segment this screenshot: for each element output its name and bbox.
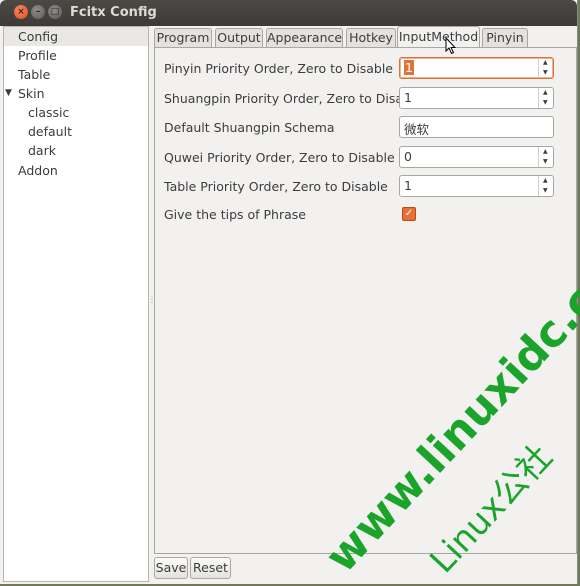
phrase-tips-label: Give the tips of Phrase	[164, 207, 306, 222]
spin-up-icon[interactable]: ▲	[543, 148, 548, 156]
shuangpin-schema-label: Default Shuangpin Schema	[164, 120, 335, 135]
checkmark-icon: ✓	[404, 208, 414, 219]
save-button[interactable]: Save	[154, 557, 188, 579]
tab-pinyin[interactable]: Pinyin	[482, 28, 528, 47]
tab-output[interactable]: Output	[215, 28, 263, 47]
close-window-icon[interactable]: ×	[14, 5, 28, 19]
tab-appearance[interactable]: Appearance	[266, 28, 343, 47]
phrase-tips-checkbox[interactable]: ✓	[402, 207, 416, 221]
spin-down-icon[interactable]: ▼	[543, 69, 548, 77]
spin-value: 0	[404, 149, 412, 164]
shuangpin-priority-label: Shuangpin Priority Order, Zero to Disabl…	[164, 91, 423, 106]
quwei-priority-label: Quwei Priority Order, Zero to Disable	[164, 150, 395, 165]
fcitx-config-window: × – □ Fcitx Config Config Profile Table …	[0, 0, 578, 584]
config-tree[interactable]: Config Profile Table ▼ Skin classic defa…	[3, 26, 149, 582]
tree-item-dark[interactable]: dark	[28, 141, 56, 160]
quwei-priority-spinbox[interactable]: 0 ▲ ▼	[399, 146, 554, 168]
spin-arrows[interactable]: ▲ ▼	[538, 147, 553, 167]
tab-program[interactable]: Program	[154, 28, 212, 47]
spin-up-icon[interactable]: ▲	[543, 177, 548, 185]
tree-item-profile[interactable]: Profile	[18, 46, 57, 65]
spin-value: 1	[404, 90, 412, 105]
tree-item-default[interactable]: default	[28, 122, 72, 141]
spin-up-icon[interactable]: ▲	[543, 59, 548, 67]
shuangpin-priority-spinbox[interactable]: 1 ▲ ▼	[399, 87, 554, 109]
pinyin-priority-spinbox[interactable]: 1 ▲ ▼	[399, 57, 554, 79]
spin-down-icon[interactable]: ▼	[543, 99, 548, 107]
spin-value: 1	[404, 60, 414, 75]
tree-item-classic[interactable]: classic	[28, 103, 69, 122]
tree-item-addon[interactable]: Addon	[18, 161, 58, 180]
shuangpin-schema-field[interactable]: 微软	[399, 116, 554, 138]
mouse-pointer-icon	[445, 37, 457, 55]
window-title: Fcitx Config	[70, 5, 157, 20]
pane-splitter-handle[interactable]: ⋮	[148, 295, 156, 309]
spin-arrows[interactable]: ▲ ▼	[538, 88, 553, 108]
spin-down-icon[interactable]: ▼	[543, 158, 548, 166]
tree-item-label: Skin	[18, 86, 45, 101]
schema-value: 微软	[404, 122, 430, 137]
spin-arrows[interactable]: ▲ ▼	[538, 176, 553, 196]
maximize-window-icon[interactable]: □	[48, 5, 62, 19]
tab-inputmethod[interactable]: InputMethod	[397, 26, 480, 47]
tree-item-skin[interactable]: ▼ Skin	[4, 84, 144, 103]
minimize-window-icon[interactable]: –	[31, 5, 45, 19]
tree-item-table[interactable]: Table	[18, 65, 50, 84]
tab-hotkey[interactable]: Hotkey	[346, 28, 396, 47]
tree-item-config[interactable]: Config	[4, 27, 148, 46]
table-priority-spinbox[interactable]: 1 ▲ ▼	[399, 175, 554, 197]
title-bar[interactable]: × – □ Fcitx Config	[0, 0, 577, 26]
reset-button[interactable]: Reset	[190, 557, 231, 579]
spin-up-icon[interactable]: ▲	[543, 89, 548, 97]
table-priority-label: Table Priority Order, Zero to Disable	[164, 179, 388, 194]
pinyin-priority-label: Pinyin Priority Order, Zero to Disable	[164, 61, 393, 76]
expand-arrow-icon[interactable]: ▼	[5, 84, 12, 103]
spin-value: 1	[404, 178, 412, 193]
spin-down-icon[interactable]: ▼	[543, 187, 548, 195]
spin-arrows[interactable]: ▲ ▼	[538, 58, 553, 78]
